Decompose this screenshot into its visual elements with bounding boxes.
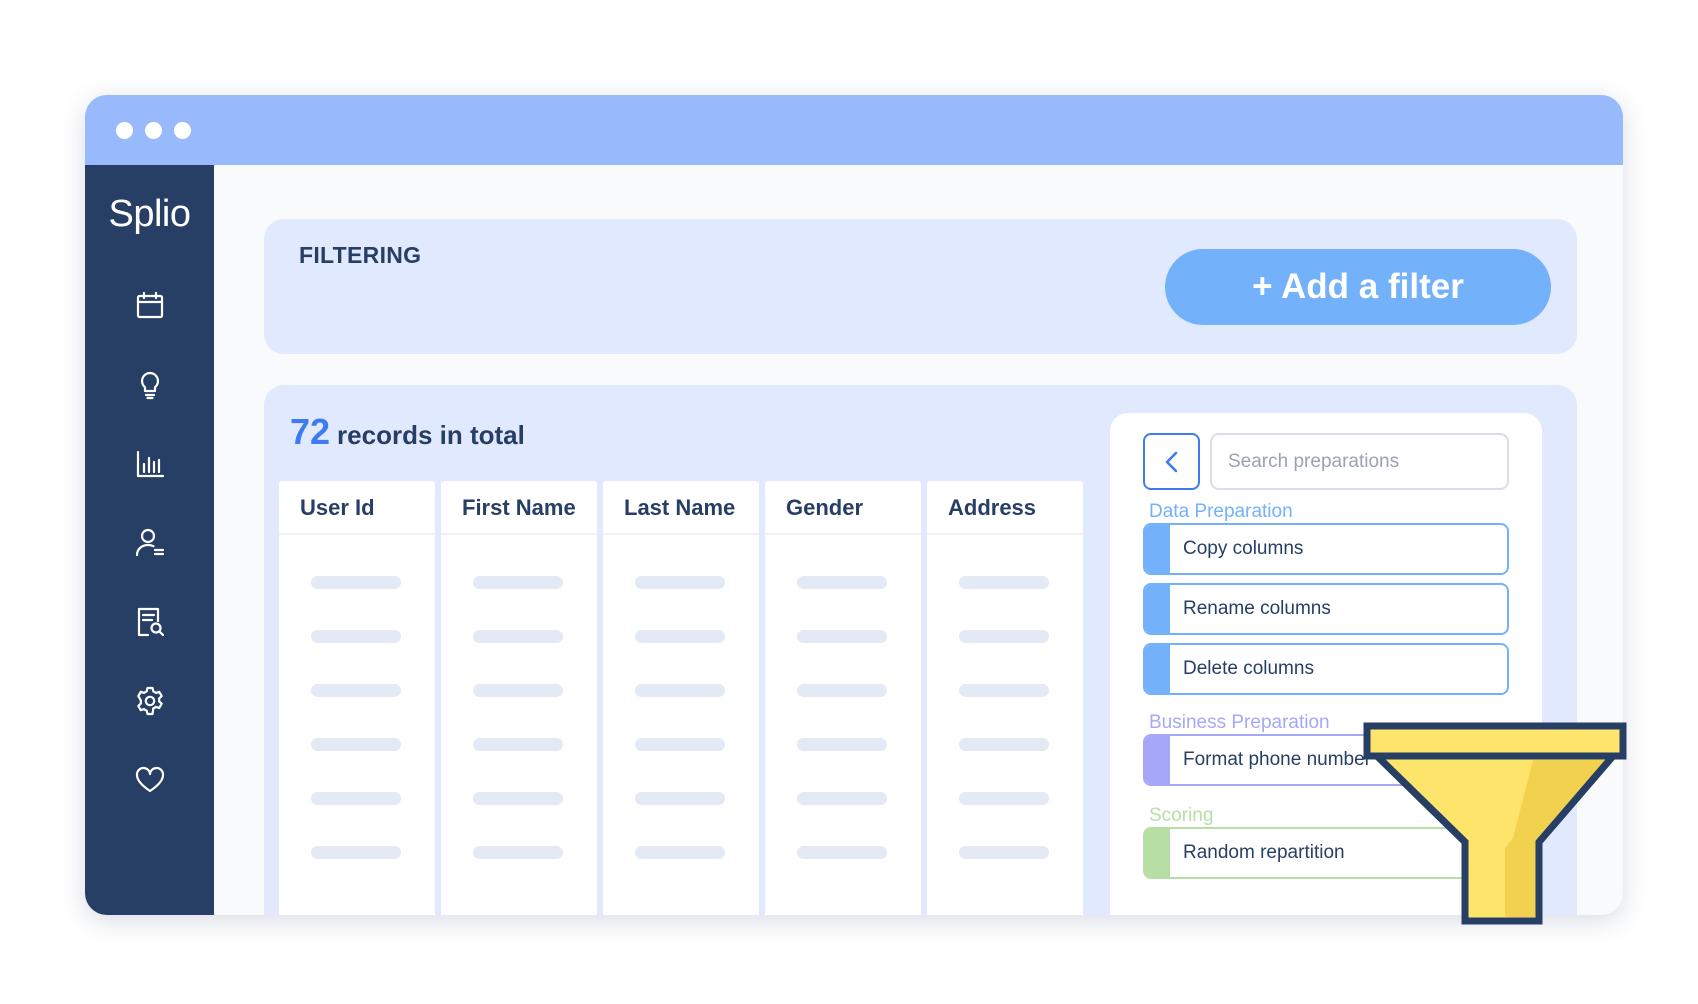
prep-item-label: Rename columns (1183, 598, 1331, 619)
chevron-left-icon (1165, 451, 1177, 472)
window-control-dot[interactable] (116, 121, 133, 139)
filtering-title: FILTERING (299, 242, 422, 268)
cell-placeholder (311, 738, 401, 751)
prep-item-rename-columns[interactable]: Rename columns (1143, 583, 1509, 635)
cell-placeholder (797, 684, 887, 697)
item-color-bar (1145, 829, 1170, 877)
cell-placeholder (473, 576, 563, 589)
cell-placeholder (797, 846, 887, 859)
window-titlebar (85, 95, 1623, 165)
cell-placeholder (473, 738, 563, 751)
cell-placeholder (959, 792, 1049, 805)
cell-placeholder (797, 792, 887, 805)
sidebar-item-ideas[interactable] (120, 345, 180, 424)
cell-placeholder (311, 684, 401, 697)
window-control-dot[interactable] (174, 121, 191, 139)
window-control-dot[interactable] (145, 121, 162, 139)
column-header-last-name[interactable]: Last Name (603, 481, 759, 535)
table-column: Address (927, 481, 1083, 915)
table-column: Last Name (603, 481, 759, 915)
cell-placeholder (959, 738, 1049, 751)
column-header-first-name[interactable]: First Name (441, 481, 597, 535)
back-button[interactable] (1143, 433, 1200, 490)
table-column: First Name (441, 481, 597, 915)
item-color-bar (1145, 585, 1170, 633)
prep-item-copy-columns[interactable]: Copy columns (1143, 523, 1509, 575)
records-heading: 72 records in total (290, 411, 525, 453)
sidebar-item-reports[interactable] (120, 582, 180, 661)
column-header-gender[interactable]: Gender (765, 481, 921, 535)
prep-item-label: Copy columns (1183, 538, 1304, 559)
lightbulb-icon (140, 371, 159, 399)
heart-icon (135, 766, 164, 792)
item-color-bar (1145, 736, 1170, 784)
sidebar-item-favorites[interactable] (120, 740, 180, 819)
cell-placeholder (473, 630, 563, 643)
cell-placeholder (959, 630, 1049, 643)
calendar-icon (136, 291, 163, 318)
prep-item-label: Format phone number (1183, 749, 1371, 770)
cell-placeholder (635, 684, 725, 697)
sidebar-item-contacts[interactable] (120, 503, 180, 582)
records-count: 72 (290, 411, 331, 452)
prep-item-label: Random repartition (1183, 842, 1345, 863)
cell-placeholder (635, 846, 725, 859)
sidebar-item-calendar[interactable] (120, 266, 180, 345)
cell-placeholder (473, 684, 563, 697)
cell-placeholder (635, 576, 725, 589)
column-header-user-id[interactable]: User Id (279, 481, 435, 535)
records-table: User Id First Name Last Name Gender Addr… (279, 481, 1083, 915)
item-color-bar (1145, 645, 1170, 693)
section-label-scoring: Scoring (1149, 805, 1214, 826)
cell-placeholder (797, 576, 887, 589)
funnel-icon (1363, 722, 1627, 925)
item-color-bar (1145, 525, 1170, 573)
cell-placeholder (473, 792, 563, 805)
cell-placeholder (797, 630, 887, 643)
section-label-data-preparation: Data Preparation (1149, 501, 1293, 522)
prep-item-label: Delete columns (1183, 658, 1314, 679)
cell-placeholder (311, 792, 401, 805)
user-list-icon (135, 528, 164, 556)
cell-placeholder (311, 846, 401, 859)
cell-placeholder (635, 792, 725, 805)
column-header-address[interactable]: Address (927, 481, 1083, 535)
sidebar-nav (120, 266, 180, 819)
cell-placeholder (959, 684, 1049, 697)
cell-placeholder (959, 576, 1049, 589)
filtering-card: FILTERING + Add a filter (264, 219, 1577, 354)
cell-placeholder (797, 738, 887, 751)
search-preparations-input[interactable] (1210, 433, 1509, 490)
bar-chart-icon (136, 450, 164, 477)
splio-logo: Splio (108, 193, 192, 235)
gear-icon (136, 686, 163, 715)
add-filter-button[interactable]: + Add a filter (1165, 249, 1551, 325)
sidebar-item-settings[interactable] (120, 661, 180, 740)
cell-placeholder (473, 846, 563, 859)
sidebar: Splio (85, 165, 214, 915)
table-column: Gender (765, 481, 921, 915)
cell-placeholder (311, 576, 401, 589)
prep-item-delete-columns[interactable]: Delete columns (1143, 643, 1509, 695)
section-label-business-preparation: Business Preparation (1149, 712, 1330, 733)
cell-placeholder (959, 846, 1049, 859)
cell-placeholder (635, 738, 725, 751)
table-column: User Id (279, 481, 435, 915)
cell-placeholder (311, 630, 401, 643)
cell-placeholder (635, 630, 725, 643)
document-search-icon (137, 607, 164, 636)
records-label: records in total (337, 420, 525, 450)
sidebar-item-analytics[interactable] (120, 424, 180, 503)
